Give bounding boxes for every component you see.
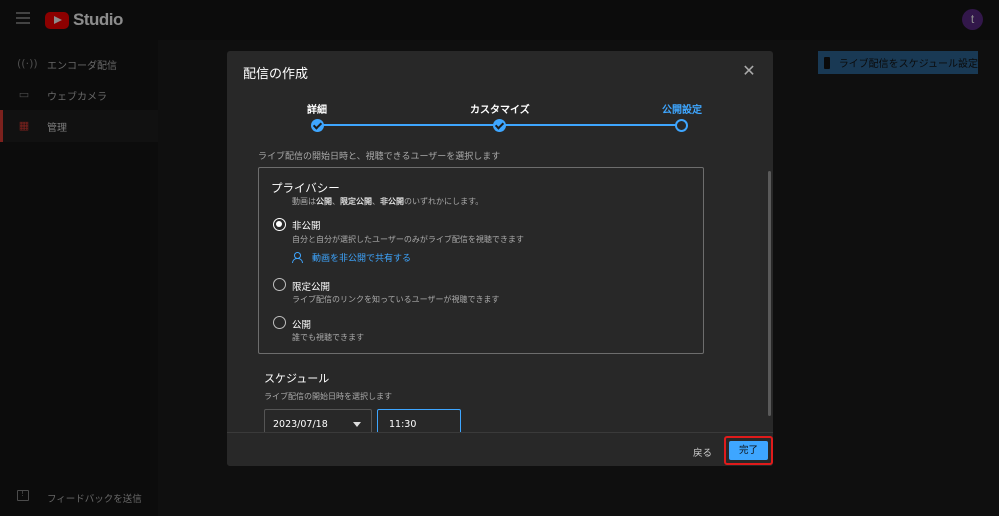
done-highlight: 完了 [724, 436, 773, 465]
step-customize-check-icon[interactable] [493, 119, 506, 132]
radio-unlisted[interactable] [273, 278, 286, 291]
step-visibility-label[interactable]: 公開設定 [662, 101, 702, 116]
dialog-scrollbar[interactable] [768, 171, 771, 416]
radio-public[interactable] [273, 316, 286, 329]
time-value: 11:30 [389, 419, 417, 430]
close-icon[interactable]: ✕ [741, 63, 757, 79]
option-public-label[interactable]: 公開 [292, 317, 311, 331]
date-value: 2023/07/18 [273, 419, 328, 430]
privacy-panel: プライバシー 動画は公開、限定公開、非公開のいずれかにします。 非公開 自分と自… [258, 167, 704, 354]
schedule-sub: ライブ配信の開始日時を選択します [264, 392, 392, 401]
dialog-footer: 戻る 完了 [227, 433, 773, 466]
create-stream-dialog: 配信の作成 ✕ 詳細 カスタマイズ 公開設定 ライブ配信の開始日時と、視聴できる… [227, 51, 773, 466]
option-private-sub: 自分と自分が選択したユーザーのみがライブ配信を視聴できます [292, 235, 524, 244]
step-details-label[interactable]: 詳細 [307, 101, 327, 116]
person-add-icon [292, 252, 305, 263]
step-visibility-dot[interactable] [675, 119, 688, 132]
schedule-title: スケジュール [264, 372, 330, 385]
share-privately-link[interactable]: 動画を非公開で共有する [292, 251, 411, 264]
chevron-down-icon [353, 422, 361, 427]
option-unlisted-label[interactable]: 限定公開 [292, 279, 330, 293]
done-button[interactable]: 完了 [729, 441, 768, 460]
dialog-title: 配信の作成 [243, 67, 309, 82]
step-details-check-icon[interactable] [311, 119, 324, 132]
privacy-description: 動画は公開、限定公開、非公開のいずれかにします。 [292, 197, 484, 206]
privacy-title: プライバシー [271, 181, 340, 195]
share-privately-label: 動画を非公開で共有する [312, 254, 412, 264]
option-public-sub: 誰でも視聴できます [292, 333, 364, 342]
option-unlisted-sub: ライブ配信のリンクを知っているユーザーが視聴できます [292, 295, 500, 304]
radio-private[interactable] [273, 218, 286, 231]
visibility-intro: ライブ配信の開始日時と、視聴できるユーザーを選択します [258, 152, 501, 162]
option-private-label[interactable]: 非公開 [292, 218, 321, 232]
step-customize-label[interactable]: カスタマイズ [470, 101, 530, 116]
back-button[interactable]: 戻る [693, 445, 712, 459]
